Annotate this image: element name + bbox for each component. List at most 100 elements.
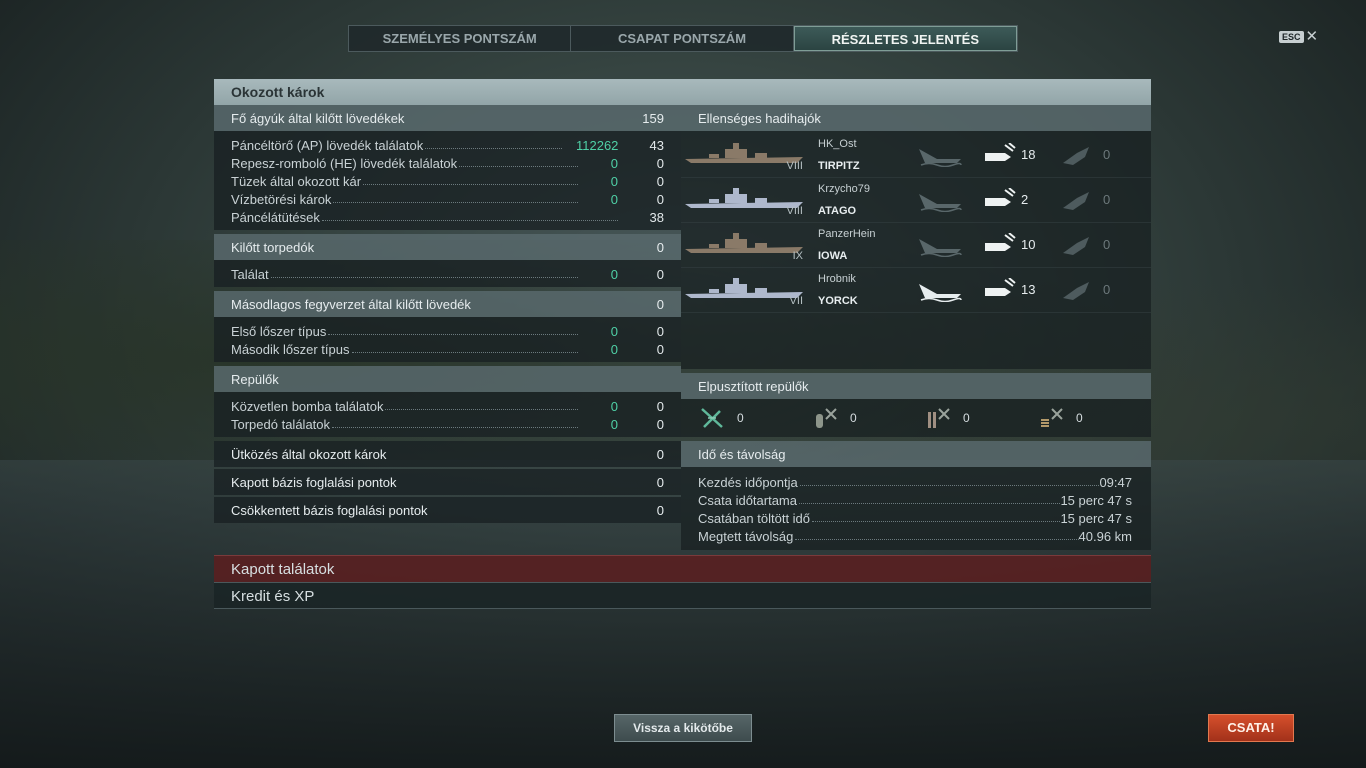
capture-label: Kapott bázis foglalási pontok [231,474,397,490]
ship-fires: 0 [1103,237,1111,252]
ship-tier: VIII [786,205,803,217]
back-to-port-button[interactable]: Vissza a kikötőbe [614,714,752,742]
scout-item: 0 [1038,406,1151,430]
time-rows: Kezdés időpontja 09:47 Csata időtartama … [681,467,1151,550]
flooding-damage: 0 [610,192,618,207]
fighter-item: 0 [699,406,812,430]
ammo1-damage: 0 [610,324,618,339]
tab-detailed-report[interactable]: RÉSZLETES JELENTÉS [793,26,1017,51]
sunk-ship-icon [919,149,962,167]
flooding-count: 0 [656,192,664,207]
ammo2-damage: 0 [610,342,618,357]
ramming-row: Ütközés által okozott károk 0 [214,441,681,467]
distance-row: Megtett távolság 40.96 km [698,526,1134,544]
duration-label: Csata időtartama [698,493,797,508]
close-button[interactable]: ESC ✕ [1279,29,1318,44]
shell-hit-icon [985,233,1016,251]
main-guns-label: Fő ágyúk által kilőtt lövedékek [231,110,405,126]
penetration-row: Páncélátütések 38 [231,207,664,225]
defense-row: Csökkentett bázis foglalási pontok 0 [214,497,681,523]
torpedo-bomber-item: 0 [925,406,1038,430]
panel-title[interactable]: Okozott károk [214,79,1151,105]
distance-value: 40.96 km [1078,529,1132,544]
aircraft-label: Repülők [231,371,279,387]
main-guns-rows: Páncéltörő (AP) lövedék találatok 112262… [214,131,681,230]
bomb-label: Közvetlen bomba találatok [231,399,384,414]
destroyed-planes-list: 0 0 0 0 [681,399,1151,437]
tab-personal-score[interactable]: SZEMÉLYES PONTSZÁM [349,26,572,51]
sunk-ship-icon [919,239,962,257]
fire-icon [1063,237,1089,255]
penetration-label: Páncélátütések [231,210,320,225]
ship-player-name: PanzerHein [818,228,876,240]
ship-hits: 10 [1021,237,1036,252]
bomb-row: Közvetlen bomba találatok 0 0 [231,396,664,414]
enemy-ship-row: VII Hrobnik YORCK 13 0 [681,268,1151,313]
aircraft-header: Repülők [214,366,681,392]
ap-row: Páncéltörő (AP) lövedék találatok 112262… [231,135,664,153]
defense-label: Csökkentett bázis foglalási pontok [231,502,428,518]
ship-name: IOWA [818,250,848,262]
air-torpedo-row: Torpedó találatok 0 0 [231,414,664,432]
ap-label: Páncéltörő (AP) lövedék találatok [231,138,424,153]
fire-label: Tüzek által okozott kár [231,174,362,189]
defense-value: 0 [656,502,664,518]
he-row: Repesz-romboló (HE) lövedék találatok 0 … [231,153,664,171]
secondary-value: 0 [656,296,664,312]
ship-tier: IX [792,250,803,262]
fighter-plane-icon [701,408,723,428]
fighter-value: 0 [737,411,744,425]
sunk-ship-icon [919,194,962,212]
start-time-value: 09:47 [1099,475,1132,490]
ship-fires: 0 [1103,147,1111,162]
sunk-ship-icon [919,284,962,302]
ammo2-row: Második lőszer típus 0 0 [231,339,664,357]
enemy-ships-header: Ellenséges hadihajók [681,105,1151,131]
start-time-label: Kezdés időpontja [698,475,798,490]
ship-tier: VIII [786,160,803,172]
secondary-label: Másodlagos fegyverzet által kilőtt löved… [231,296,471,312]
scout-plane-icon [1041,408,1063,427]
bomb-damage: 0 [610,399,618,414]
flooding-label: Vízbetörési károk [231,192,332,207]
bomb-count: 0 [656,399,664,414]
destroyed-planes-label: Elpusztított repülők [698,378,809,394]
battle-button[interactable]: CSATA! [1208,714,1294,742]
received-hits-section[interactable]: Kapott találatok [214,555,1151,582]
he-label: Repesz-romboló (HE) lövedék találatok [231,156,458,171]
fire-row: Tüzek által okozott kár 0 0 [231,171,664,189]
enemy-ship-row: VIII HK_Ost TIRPITZ 18 0 [681,133,1151,178]
time-label: Idő és távolság [698,446,786,462]
report-tabs: SZEMÉLYES PONTSZÁM CSAPAT PONTSZÁM RÉSZL… [348,25,1018,52]
start-time-row: Kezdés időpontja 09:47 [698,472,1134,490]
ship-name: ATAGO [818,205,857,217]
fire-icon [1063,147,1089,165]
tab-team-score[interactable]: CSAPAT PONTSZÁM [571,26,794,51]
ship-player-name: Krzycho79 [818,183,870,195]
duration-row: Csata időtartama 15 perc 47 s [698,490,1134,508]
secondary-header: Másodlagos fegyverzet által kilőtt löved… [214,291,681,317]
air-torpedo-label: Torpedó találatok [231,417,331,432]
ship-hits: 18 [1021,147,1036,162]
he-count: 0 [656,156,664,171]
torpedo-bomber-icon [928,408,950,428]
flooding-row: Vízbetörési károk 0 0 [231,189,664,207]
torpedoes-value: 0 [656,239,664,255]
bomber-value: 0 [850,411,857,425]
enemy-ships-label: Ellenséges hadihajók [698,110,821,126]
distance-label: Megtett távolság [698,529,794,544]
fire-icon [1063,192,1089,210]
shell-hit-icon [985,278,1016,296]
credits-xp-section[interactable]: Kredit és XP [214,582,1151,609]
time-in-battle-value: 15 perc 47 s [1060,511,1132,526]
ramming-label: Ütközés által okozott károk [231,446,387,462]
ship-player-name: Hrobnik [818,273,856,285]
penetration-count: 38 [649,210,664,225]
ammo1-row: Első lőszer típus 0 0 [231,321,664,339]
shell-hit-icon [985,143,1016,161]
enemy-ships-list: VIII HK_Ost TIRPITZ 18 0 VIII Krzycho79 ATAGO 2 0… [681,131,1151,369]
torpedoes-header: Kilőtt torpedók 0 [214,234,681,260]
fire-icon [1063,282,1089,300]
ramming-value: 0 [656,446,664,462]
ship-hits: 2 [1021,192,1029,207]
